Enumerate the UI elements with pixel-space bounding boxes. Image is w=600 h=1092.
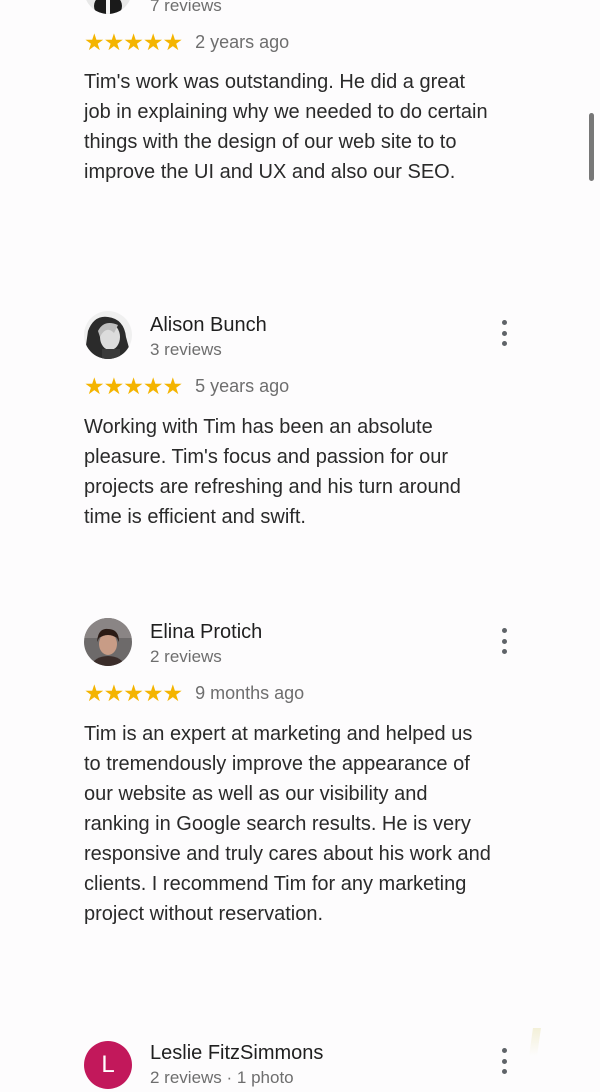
- review-text: Tim's work was outstanding. He did a gre…: [84, 71, 488, 183]
- reviewer-review-count: 2 reviews · 1 photo: [150, 1068, 294, 1087]
- decorative-mark: [529, 1028, 541, 1056]
- reviewer-review-count: 7 reviews: [150, 0, 222, 15]
- star-rating-icon: ★★★★★: [84, 29, 183, 55]
- reviewer-name[interactable]: Leslie FitzSimmons: [150, 1042, 323, 1065]
- reviewer-review-count: 3 reviews: [150, 340, 222, 359]
- more-options-icon[interactable]: [494, 320, 514, 346]
- star-rating-icon: ★★★★★: [84, 373, 183, 399]
- review-text: Tim is an expert at marketing and helped…: [84, 723, 491, 925]
- review-date: 9 months ago: [195, 682, 305, 703]
- review-text: Working with Tim has been an absolute pl…: [84, 416, 461, 528]
- reviewer-avatar[interactable]: L: [84, 1041, 132, 1089]
- more-options-icon[interactable]: [494, 628, 514, 654]
- reviewer-avatar[interactable]: [84, 0, 132, 14]
- reviewer-avatar[interactable]: [84, 311, 132, 359]
- rating-row: ★★★★★ 2 years ago: [84, 30, 289, 54]
- reviewer-review-count: 2 reviews: [150, 647, 222, 666]
- scrollbar-thumb[interactable]: [589, 113, 594, 181]
- more-options-icon[interactable]: [494, 1048, 514, 1074]
- review-date: 5 years ago: [195, 375, 290, 396]
- rating-row: ★★★★★ 9 months ago: [84, 681, 304, 705]
- reviewer-name[interactable]: Alison Bunch: [150, 314, 267, 337]
- reviewer-avatar[interactable]: [84, 618, 132, 666]
- review-date: 2 years ago: [195, 31, 290, 52]
- reviewer-name[interactable]: Elina Protich: [150, 621, 262, 644]
- rating-row: ★★★★★ 5 years ago: [84, 374, 289, 398]
- star-rating-icon: ★★★★★: [84, 680, 183, 706]
